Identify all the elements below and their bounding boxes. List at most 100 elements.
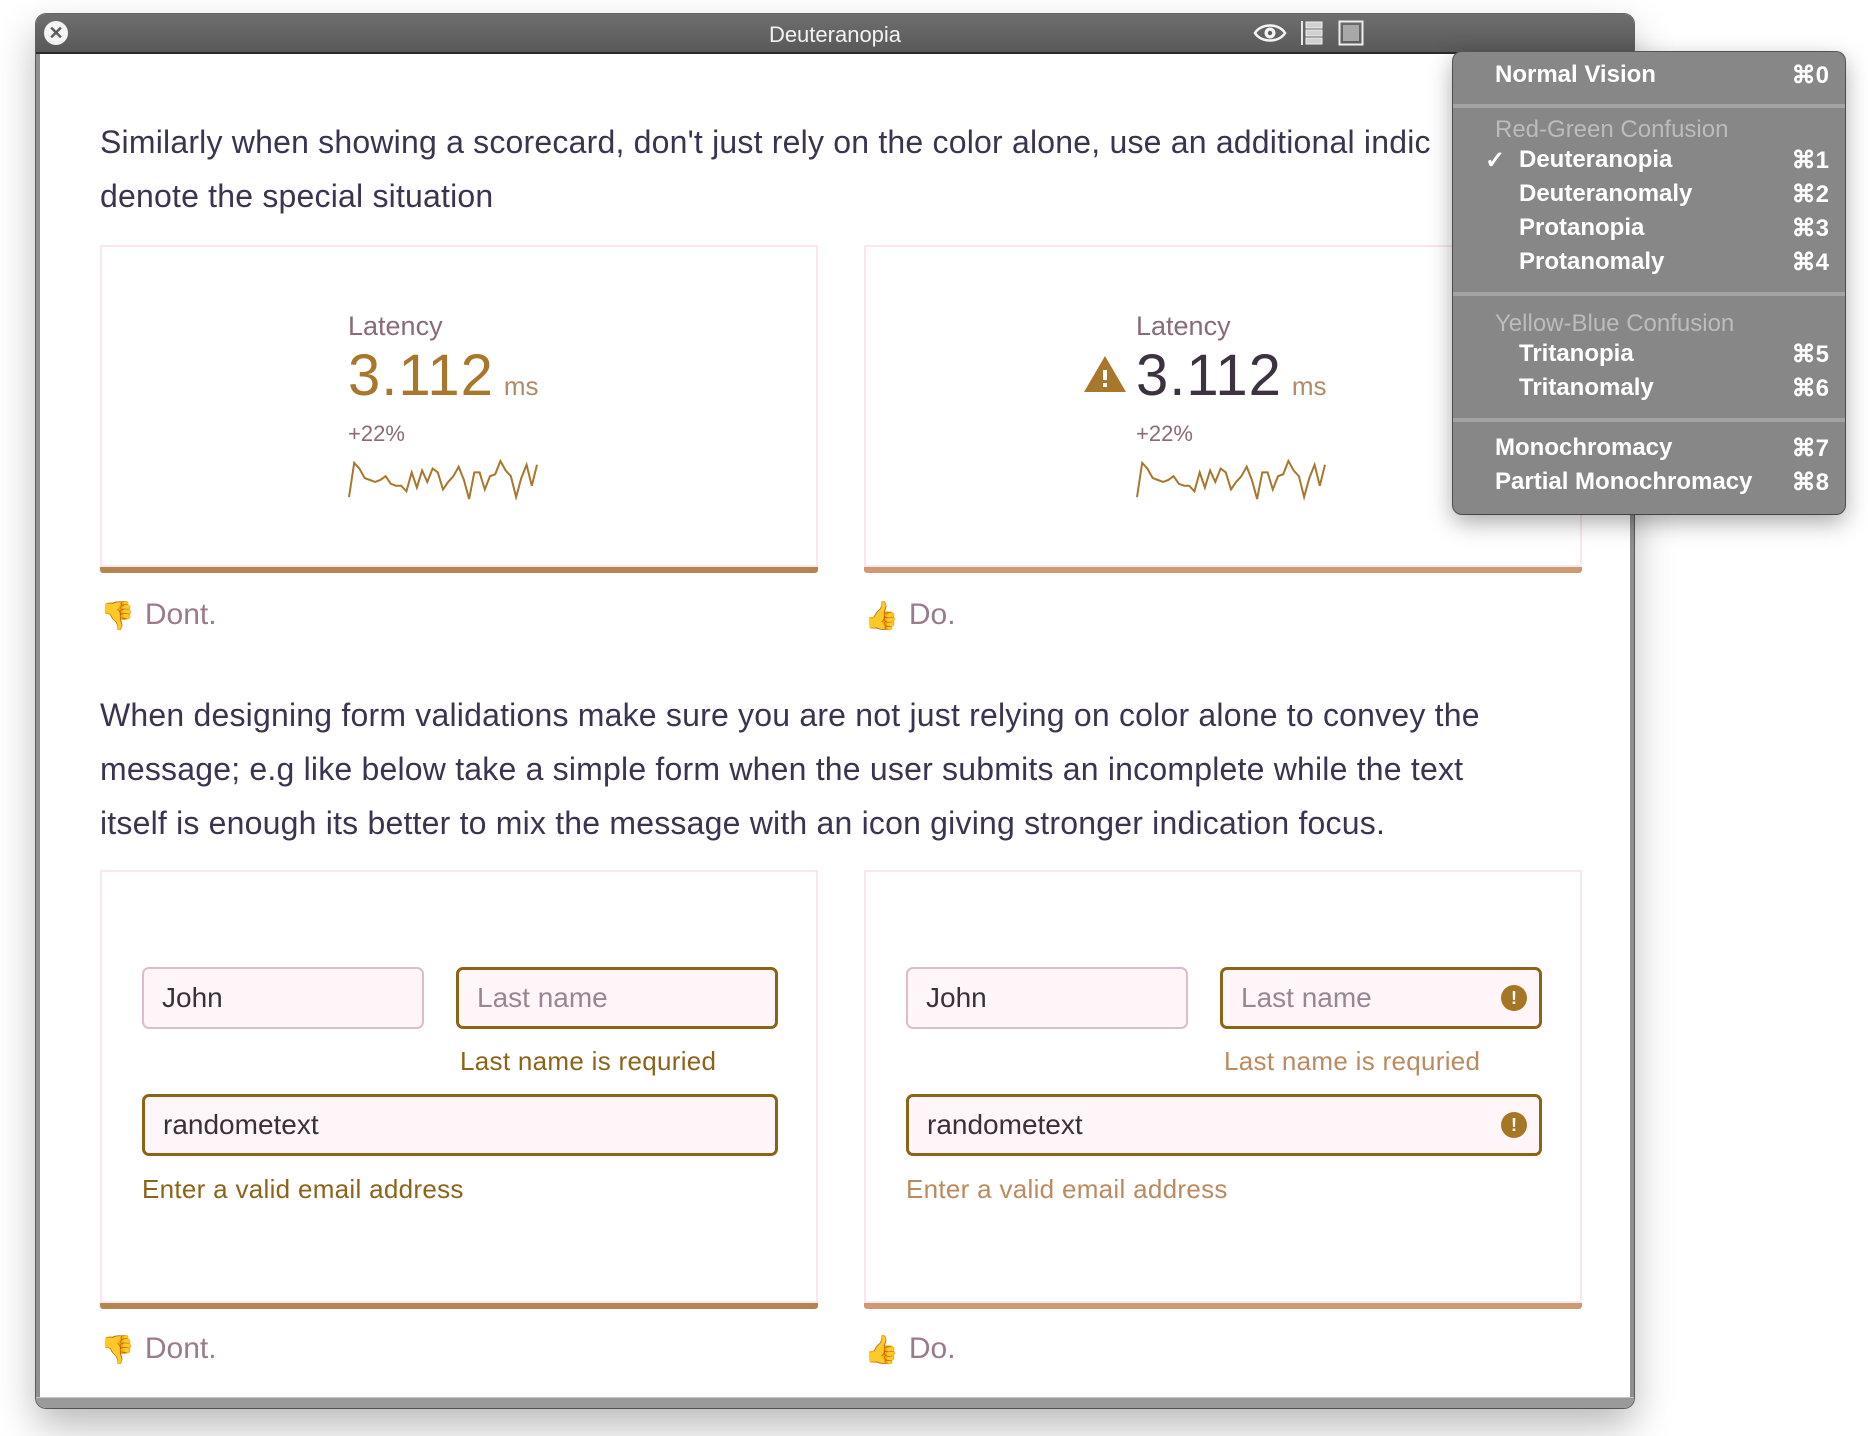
content-area: Similarly when showing a scorecard, don'… <box>40 54 1630 1398</box>
first-name-input[interactable]: John <box>906 967 1188 1029</box>
last-name-error: Last name is requried <box>1224 1046 1481 1076</box>
menu-item-deuteranopia[interactable]: ✓ Deuteranopia ⌘1 <box>1453 144 1845 178</box>
metric-change: +22% <box>348 421 405 446</box>
menu-item-shortcut: ⌘3 <box>1791 215 1829 242</box>
menu-item-shortcut: ⌘1 <box>1791 147 1829 174</box>
menu-item-shortcut: ⌘4 <box>1791 249 1829 276</box>
menu-item-label: Partial Monochromacy <box>1495 468 1753 495</box>
paragraph-line: denote the special situation <box>100 178 494 214</box>
menu-item-monochromacy[interactable]: Monochromacy ⌘7 <box>1453 432 1845 466</box>
first-name-value: John <box>926 982 987 1013</box>
thumbs-down-icon: 👎 <box>100 1333 135 1365</box>
verdict-label: Dont. <box>144 1332 217 1365</box>
last-name-placeholder: Last name <box>477 982 608 1013</box>
sparkline <box>1136 458 1326 502</box>
app-window: ✕ Deuteranopia Similarly when showing a … <box>36 14 1634 1408</box>
verdict-dont: 👎 Dont. <box>100 598 217 632</box>
vision-menu: Normal Vision ⌘0 Red-Green Confusion ✓ D… <box>1453 52 1845 514</box>
thumbs-up-icon: 👍 <box>864 1333 899 1365</box>
card-accent-bar <box>100 567 818 573</box>
last-name-input[interactable]: Last name <box>456 967 778 1029</box>
card-accent-bar <box>864 1303 1582 1309</box>
menu-separator <box>1453 418 1845 422</box>
alert-icon: ! <box>1501 1112 1527 1138</box>
email-error: Enter a valid email address <box>142 1174 464 1204</box>
metric-value: 3.112 <box>1136 343 1282 408</box>
window-bottom-edge <box>36 1397 1634 1408</box>
thumbs-down-icon: 👎 <box>100 599 135 631</box>
verdict-dont: 👎 Dont. <box>100 1332 217 1366</box>
paragraph-forms: When designing form validations make sur… <box>100 688 1480 850</box>
paragraph-line: When designing form validations make sur… <box>100 697 1480 733</box>
metric-unit: ms <box>503 371 539 401</box>
menu-item-label: Protanomaly <box>1519 248 1665 275</box>
email-input[interactable]: randometext ! <box>906 1094 1542 1156</box>
verdict-label: Do. <box>908 1332 956 1365</box>
sparkline-path <box>348 458 538 502</box>
last-name-error: Last name is requried <box>460 1046 717 1076</box>
menu-item-protanomaly[interactable]: Protanomaly ⌘4 <box>1453 246 1845 280</box>
title-bar[interactable]: ✕ Deuteranopia <box>36 14 1634 54</box>
menu-item-label: Tritanomaly <box>1519 374 1654 401</box>
metric-label: Latency <box>1136 311 1231 341</box>
email-value: randometext <box>163 1109 319 1140</box>
email-value: randometext <box>927 1109 1083 1140</box>
menu-item-label: Monochromacy <box>1495 434 1673 461</box>
menu-item-protanopia[interactable]: Protanopia ⌘3 <box>1453 212 1845 246</box>
paragraph-line: message; e.g like below take a simple fo… <box>100 751 1464 787</box>
metric-unit: ms <box>1291 371 1327 401</box>
menu-item-shortcut: ⌘5 <box>1791 341 1829 368</box>
verdict-do: 👍 Do. <box>864 1332 956 1366</box>
menu-separator <box>1453 292 1845 296</box>
paragraph-line: Similarly when showing a scorecard, don'… <box>100 124 1431 160</box>
menu-item-label: Protanopia <box>1519 214 1645 241</box>
last-name-input[interactable]: Last name ! <box>1220 967 1542 1029</box>
first-name-input[interactable]: John <box>142 967 424 1029</box>
menu-item-label: Deuteranomaly <box>1519 180 1693 207</box>
menu-item-tritanopia[interactable]: Tritanopia ⌘5 <box>1453 338 1845 372</box>
metric-value: 3.112 <box>348 343 494 408</box>
menu-separator <box>1453 104 1845 108</box>
alert-icon: ! <box>1501 985 1527 1011</box>
latency-metric: Latency 3.112 ms +22% <box>1084 311 1327 506</box>
square-view-icon[interactable] <box>1336 20 1366 46</box>
menu-item-tritanomaly[interactable]: Tritanomaly ⌘6 <box>1453 372 1845 406</box>
card-accent-bar <box>100 1303 818 1309</box>
card-accent-bar <box>864 567 1582 573</box>
menu-item-shortcut: ⌘8 <box>1791 469 1829 496</box>
thumbs-up-icon: 👍 <box>864 599 899 631</box>
verdict-label: Do. <box>908 598 956 631</box>
menu-item-label: Deuteranopia <box>1519 146 1673 173</box>
menu-item-deuteranomaly[interactable]: Deuteranomaly ⌘2 <box>1453 178 1845 212</box>
warning-triangle-icon <box>1082 354 1128 399</box>
verdict-do: 👍 Do. <box>864 598 956 632</box>
email-input[interactable]: randometext <box>142 1094 778 1156</box>
form-card-dont: John Last name Last name is requried ran… <box>100 870 818 1309</box>
menu-item-shortcut: ⌘2 <box>1791 181 1829 208</box>
paragraph-line: itself is enough its better to mix the m… <box>100 805 1386 841</box>
sparkline-path <box>1136 458 1326 502</box>
verdict-label: Dont. <box>144 598 217 631</box>
menu-item-shortcut: ⌘6 <box>1791 375 1829 402</box>
email-error: Enter a valid email address <box>906 1174 1228 1204</box>
metric-change: +22% <box>1136 421 1193 446</box>
menu-item-label: Normal Vision <box>1495 61 1656 88</box>
menu-item-shortcut: ⌘0 <box>1791 62 1829 89</box>
first-name-value: John <box>162 982 223 1013</box>
paragraph-scorecard: Similarly when showing a scorecard, don'… <box>100 115 1431 223</box>
eye-icon[interactable] <box>1252 20 1288 46</box>
window-title: Deuteranopia <box>768 22 902 47</box>
metric-label: Latency <box>348 311 443 341</box>
menu-item-label: Tritanopia <box>1519 340 1634 367</box>
menu-section-header: Red-Green Confusion <box>1495 116 1729 143</box>
menu-item-partial-monochromacy[interactable]: Partial Monochromacy ⌘8 <box>1453 466 1845 500</box>
list-view-icon[interactable] <box>1298 20 1326 46</box>
sparkline <box>348 458 538 502</box>
menu-item-normal-vision[interactable]: Normal Vision ⌘0 <box>1453 59 1845 93</box>
scorecard-dont: Latency 3.112 ms +22% <box>100 245 818 573</box>
last-name-placeholder: Last name <box>1241 982 1372 1013</box>
menu-section-header: Yellow-Blue Confusion <box>1495 310 1735 337</box>
form-card-do: John Last name ! Last name is requried r… <box>864 870 1582 1309</box>
menu-item-shortcut: ⌘7 <box>1791 435 1829 462</box>
checkmark-icon: ✓ <box>1485 147 1506 174</box>
